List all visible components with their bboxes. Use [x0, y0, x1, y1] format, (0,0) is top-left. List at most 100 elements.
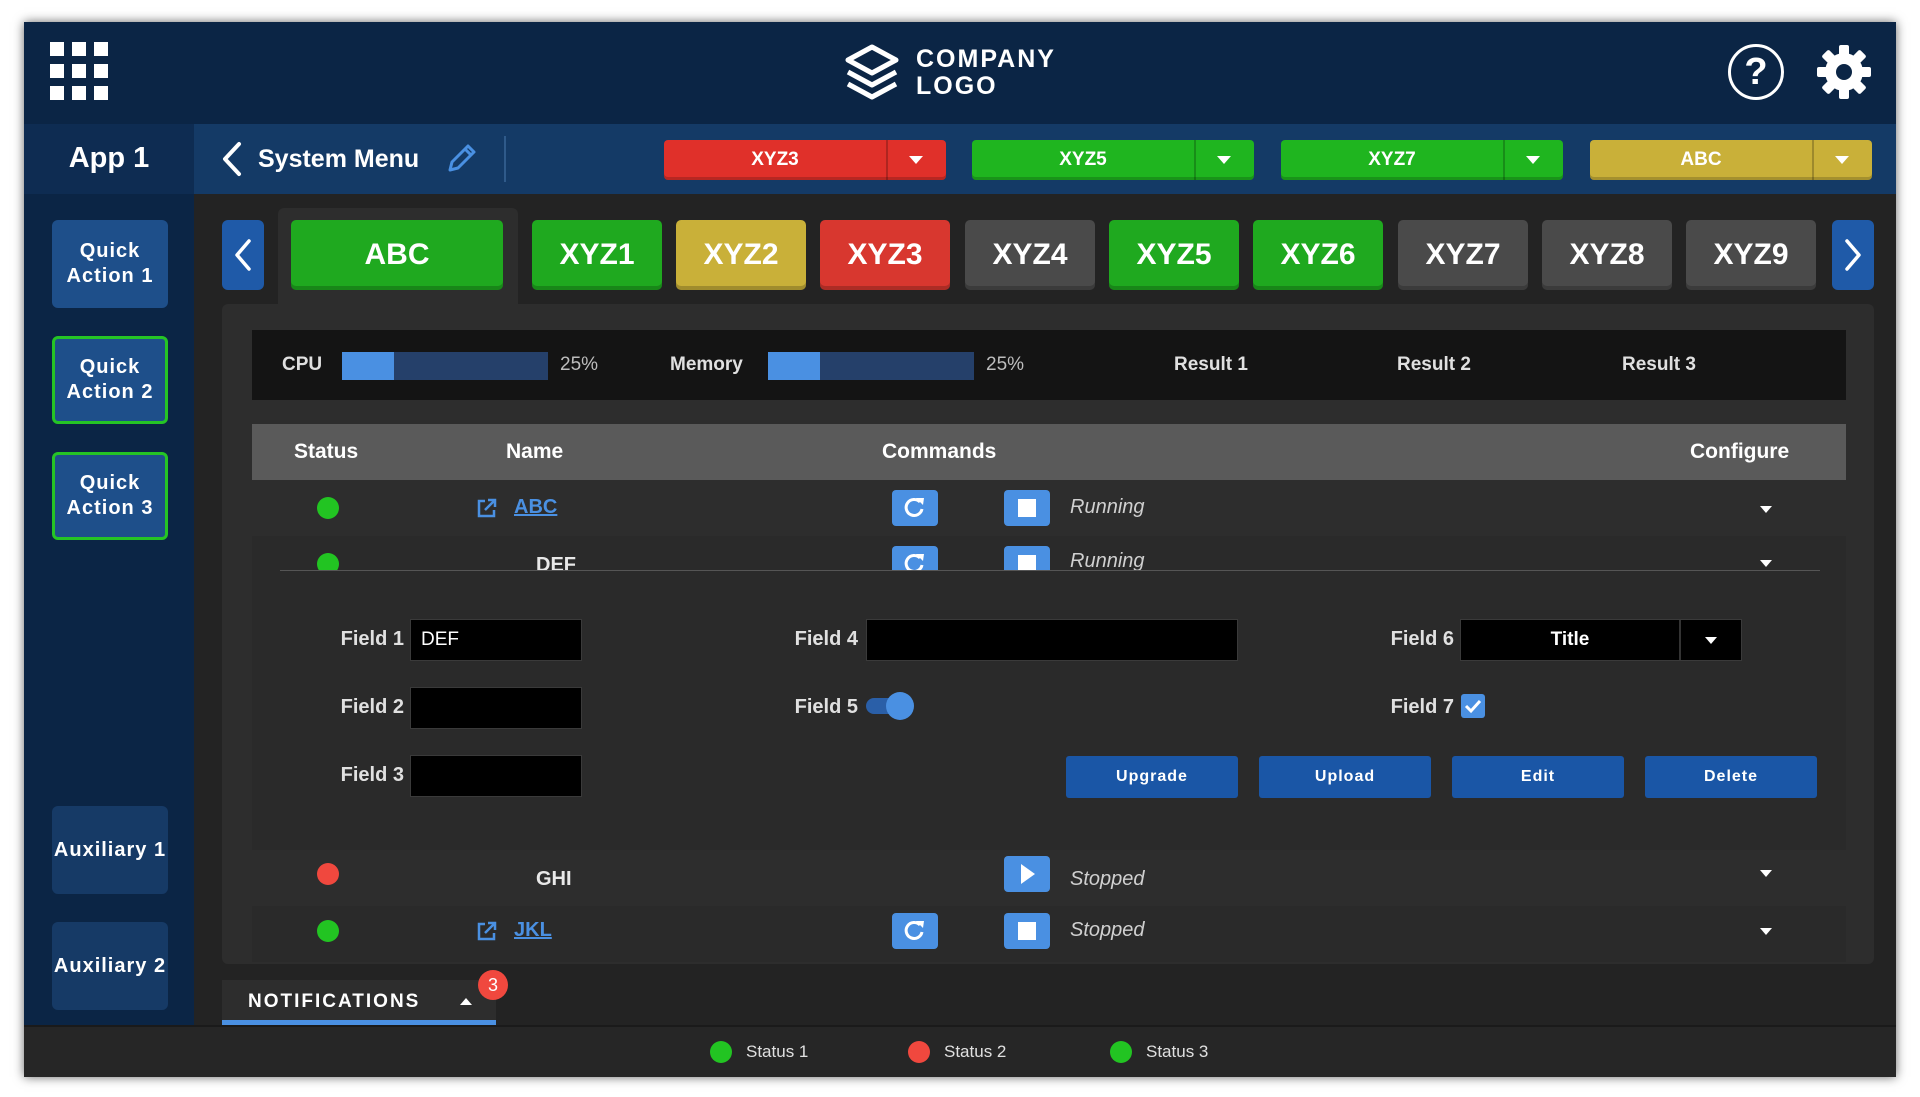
- column-header-name: Name: [506, 440, 564, 463]
- app-name: App 1: [24, 124, 194, 194]
- status-item: Status 1: [710, 1027, 808, 1077]
- field-6-value: Title: [1550, 629, 1590, 650]
- row-name: GHI: [536, 868, 572, 890]
- restart-button[interactable]: [892, 913, 938, 949]
- tab-xyz9[interactable]: XYZ9: [1686, 220, 1816, 290]
- field-6-select[interactable]: Title: [1460, 619, 1742, 661]
- memory-percent: 25%: [986, 354, 1025, 375]
- tab-xyz7[interactable]: XYZ7: [1398, 220, 1528, 290]
- dropdown-xyz7[interactable]: XYZ7: [1281, 140, 1563, 180]
- status-dot-red: [908, 1041, 930, 1063]
- select-separator: [1679, 620, 1681, 660]
- cpu-progress-fill: [342, 352, 394, 380]
- caret-down-icon: [1835, 156, 1849, 164]
- quick-action-2-button[interactable]: Quick Action 2: [52, 336, 168, 424]
- delete-button[interactable]: Delete: [1645, 756, 1817, 798]
- configure-caret-icon[interactable]: [1760, 560, 1772, 567]
- external-link-icon[interactable]: [476, 920, 498, 942]
- refresh-icon: [904, 497, 924, 517]
- status-dot-red: [317, 863, 339, 885]
- result-2-label: Result 2: [1397, 354, 1471, 375]
- dropdown-separator: [1812, 140, 1814, 180]
- field-4-label: Field 4: [794, 628, 858, 650]
- caret-down-icon: [1705, 637, 1717, 644]
- dropdown-xyz5[interactable]: XYZ5: [972, 140, 1254, 180]
- help-icon[interactable]: ?: [1728, 44, 1784, 100]
- column-header-configure: Configure: [1690, 440, 1790, 463]
- cpu-percent: 25%: [560, 354, 599, 375]
- tab-xyz5[interactable]: XYZ5: [1109, 220, 1239, 290]
- result-1-label: Result 1: [1174, 354, 1248, 375]
- refresh-icon: [904, 920, 924, 940]
- metrics-bar: CPU 25% Memory 25% Result 1 Result 2 Res…: [252, 330, 1846, 400]
- system-menu-title[interactable]: System Menu: [258, 124, 419, 194]
- row-name-link[interactable]: ABC: [514, 496, 557, 519]
- stop-icon: [1018, 499, 1036, 517]
- logo-stack-icon: [845, 44, 899, 100]
- quick-action-3-button[interactable]: Quick Action 3: [52, 452, 168, 540]
- dropdown-separator: [1503, 140, 1505, 180]
- external-link-icon[interactable]: [476, 497, 498, 519]
- dropdown-xyz3[interactable]: XYZ3: [664, 140, 946, 180]
- row-state: Stopped: [1070, 868, 1145, 890]
- play-icon: [1021, 864, 1035, 884]
- stop-button[interactable]: [1004, 913, 1050, 949]
- edit-button[interactable]: Edit: [1452, 756, 1624, 798]
- quick-action-1-button[interactable]: Quick Action 1: [52, 220, 168, 308]
- table-row: GHI Stopped: [252, 850, 1846, 906]
- back-chevron-icon[interactable]: [220, 140, 244, 178]
- upgrade-button[interactable]: Upgrade: [1066, 756, 1238, 798]
- field-1-input[interactable]: DEF: [410, 619, 582, 661]
- configure-caret-icon[interactable]: [1760, 506, 1772, 513]
- play-button[interactable]: [1004, 856, 1050, 892]
- field-4-input[interactable]: [866, 619, 1238, 661]
- stop-icon: [1018, 922, 1036, 940]
- dropdown-label: XYZ5: [1059, 149, 1107, 170]
- row-name-link[interactable]: JKL: [514, 919, 552, 942]
- tab-xyz2[interactable]: XYZ2: [676, 220, 806, 290]
- dropdown-label: XYZ7: [1368, 149, 1416, 170]
- field-5-toggle[interactable]: [866, 690, 914, 720]
- restart-button[interactable]: [892, 490, 938, 526]
- configure-caret-icon[interactable]: [1760, 870, 1772, 877]
- field-3-input[interactable]: [410, 755, 582, 797]
- field-3-label: Field 3: [340, 764, 404, 786]
- dropdown-label: XYZ3: [751, 149, 799, 170]
- detail-divider: [280, 570, 1820, 571]
- gear-icon[interactable]: [1814, 42, 1874, 102]
- notifications-count-badge: 3: [478, 970, 508, 1000]
- tab-xyz3[interactable]: XYZ3: [820, 220, 950, 290]
- toggle-knob: [886, 692, 914, 720]
- company-logo: COMPANY LOGO: [844, 40, 1056, 106]
- tab-xyz4[interactable]: XYZ4: [965, 220, 1095, 290]
- table-row: JKL Stopped: [252, 906, 1846, 962]
- cpu-label: CPU: [282, 354, 323, 375]
- configure-caret-icon[interactable]: [1760, 928, 1772, 935]
- dropdown-abc[interactable]: ABC: [1590, 140, 1872, 180]
- app-grid-icon[interactable]: [50, 42, 108, 100]
- field-2-input[interactable]: [410, 687, 582, 729]
- sidebar: Quick Action 1 Quick Action 2 Quick Acti…: [24, 194, 194, 1025]
- pencil-icon[interactable]: [444, 142, 478, 176]
- tab-abc[interactable]: ABC: [291, 220, 503, 290]
- status-dot-green: [710, 1041, 732, 1063]
- status-bar: Status 1 Status 2 Status 3: [24, 1025, 1896, 1077]
- stop-button[interactable]: [1004, 490, 1050, 526]
- upload-button[interactable]: Upload: [1259, 756, 1431, 798]
- status-label: Status 3: [1146, 1042, 1209, 1061]
- notifications-tab[interactable]: NOTIFICATIONS: [222, 980, 496, 1025]
- appbar-divider: [504, 136, 506, 182]
- tab-xyz6[interactable]: XYZ6: [1253, 220, 1383, 290]
- field-5-label: Field 5: [794, 696, 858, 718]
- status-dot-green: [1110, 1041, 1132, 1063]
- caret-down-icon: [1217, 156, 1231, 164]
- logo-text-line1: COMPANY: [916, 45, 1056, 73]
- auxiliary-1-button[interactable]: Auxiliary 1: [52, 806, 168, 894]
- auxiliary-2-button[interactable]: Auxiliary 2: [52, 922, 168, 1010]
- tabs-next-chevron-icon[interactable]: [1832, 220, 1874, 290]
- tab-xyz1[interactable]: XYZ1: [532, 220, 662, 290]
- tab-xyz8[interactable]: XYZ8: [1542, 220, 1672, 290]
- tabs-prev-chevron-icon[interactable]: [222, 220, 264, 290]
- field-7-checkbox[interactable]: [1460, 693, 1486, 719]
- table-row: ABC Running: [252, 480, 1846, 536]
